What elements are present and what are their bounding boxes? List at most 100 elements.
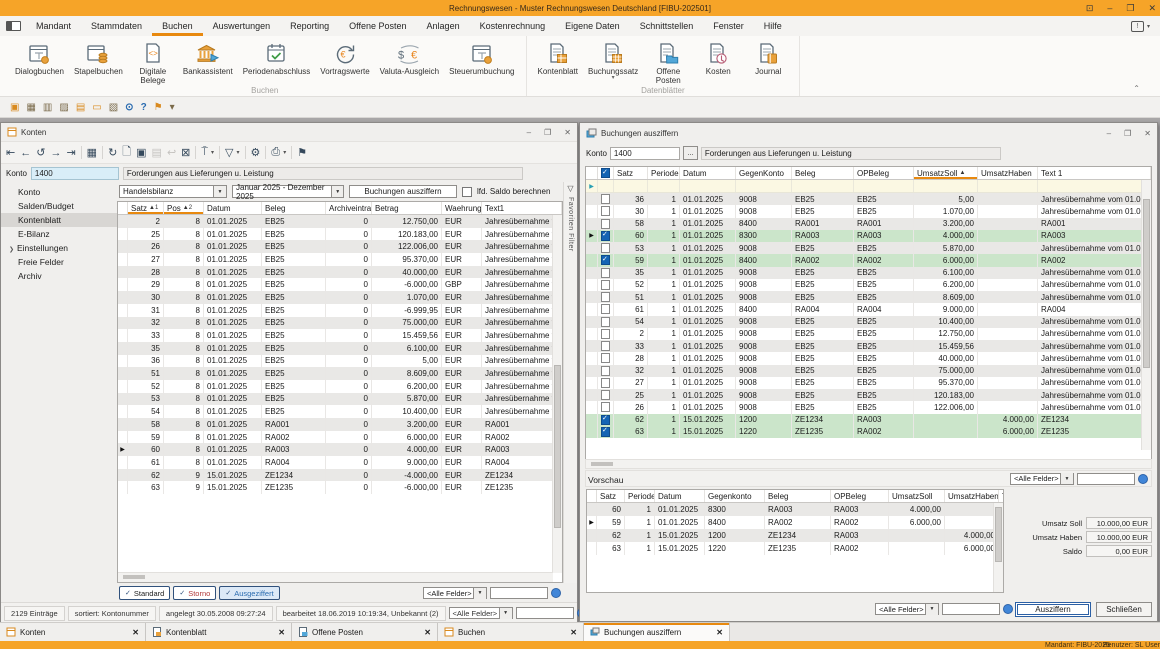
ribbon-item-kontenblatt[interactable]: Kontenblatt xyxy=(533,39,583,77)
column-header-satz[interactable]: Satz xyxy=(597,490,625,502)
window-close-button[interactable]: ✕ xyxy=(564,128,571,137)
column-header-text1[interactable]: Text 1 xyxy=(999,490,1004,502)
table-row[interactable]: 33101.01.20259008EB25EB2515.459,56Jahres… xyxy=(586,340,1151,352)
period-select[interactable]: Januar 2025 - Dezember 2025▼ xyxy=(232,185,344,198)
table-row[interactable]: 32101.01.20259008EB25EB2575.000,00Jahres… xyxy=(586,365,1151,377)
table-row[interactable]: 26801.01.2025EB250122.006,00EURJahresübe… xyxy=(118,240,562,253)
row-checkbox[interactable] xyxy=(601,268,610,278)
column-header-text1[interactable]: Text1 xyxy=(482,202,562,214)
schliessen-button[interactable]: Schließen xyxy=(1096,602,1152,617)
ribbon-item-vortragswerte[interactable]: €Vortragswerte xyxy=(315,39,374,77)
ribbon-item-dialogbuchen[interactable]: Dialogbuchen xyxy=(10,39,69,77)
close-tab-icon[interactable]: ✕ xyxy=(716,628,723,637)
menu-item-auswertungen[interactable]: Auswertungen xyxy=(203,16,281,36)
folder-dropdown-icon[interactable]: ▨ xyxy=(59,102,68,113)
dialog-restore-button[interactable]: ❐ xyxy=(1124,129,1131,138)
sidebar-item-salden-budget[interactable]: Salden/Budget xyxy=(1,199,117,213)
row-checkbox[interactable] xyxy=(601,219,610,229)
close-tab-icon[interactable]: ✕ xyxy=(570,628,577,637)
flag-icon[interactable]: ⚑ xyxy=(154,102,163,113)
row-checkbox[interactable] xyxy=(601,366,610,376)
quick-search-input[interactable] xyxy=(490,587,548,599)
dropdown-arrow-icon[interactable]: ▾ xyxy=(211,149,214,156)
row-checkbox[interactable] xyxy=(601,231,610,241)
column-header-betrag[interactable]: Betrag xyxy=(372,202,442,214)
horizontal-scrollbar[interactable] xyxy=(585,459,1152,469)
quick-search-input[interactable] xyxy=(516,607,574,619)
menu-item-schnittstellen[interactable]: Schnittstellen xyxy=(630,16,704,36)
column-header-datum[interactable]: Datum xyxy=(204,202,262,214)
row-checkbox[interactable] xyxy=(601,390,610,400)
row-checkbox[interactable] xyxy=(601,402,610,412)
ribbon-item-bankassistent[interactable]: Bankassistent xyxy=(178,39,238,77)
column-header-umsatzsoll[interactable]: UmsatzSoll xyxy=(889,490,945,502)
table-row[interactable]: 31801.01.2025EB250-6.999,95EURJahresüber… xyxy=(118,304,562,317)
column-header-beleg[interactable]: Beleg xyxy=(262,202,326,214)
table-row[interactable]: 25801.01.2025EB250120.183,00EURJahresübe… xyxy=(118,228,562,241)
history-icon[interactable]: ↺ xyxy=(36,146,45,159)
row-checkbox[interactable] xyxy=(601,206,610,216)
next-record-icon[interactable]: → xyxy=(50,147,61,159)
row-checkbox[interactable] xyxy=(601,427,610,437)
column-header-beleg[interactable]: Beleg xyxy=(765,490,831,502)
table-row[interactable]: ▶60801.01.2025RA00304.000,00EURRA003 xyxy=(118,443,562,456)
alle-felder-select[interactable]: <Alle Felder>▼ xyxy=(423,587,487,599)
alle-felder-select[interactable]: <Alle Felder>▼ xyxy=(449,607,513,619)
vertical-scrollbar[interactable] xyxy=(1141,180,1151,450)
sidebar-item-e-bilanz[interactable]: E-Bilanz xyxy=(1,227,117,241)
row-checkbox[interactable] xyxy=(601,415,610,425)
konten-window-titlebar[interactable]: Konten – ❐ ✕ xyxy=(1,123,577,141)
sidebar-item-freie-felder[interactable]: Freie Felder xyxy=(1,255,117,269)
table-row[interactable]: 30801.01.2025EB2501.070,00EURJahresübern… xyxy=(118,291,562,304)
dialog-close-button[interactable]: ✕ xyxy=(1144,129,1151,138)
table-row[interactable]: 52801.01.2025EB2506.200,00EURJahresübern… xyxy=(118,380,562,393)
close-tab-icon[interactable]: ✕ xyxy=(424,628,431,637)
table-row[interactable]: 62115.01.20251200ZE1234RA0034.000,00ZE12… xyxy=(587,529,1003,542)
dropdown-arrow-icon[interactable]: ▼ xyxy=(473,588,486,599)
table-row[interactable]: 27801.01.2025EB25095.370,00EURJahresüber… xyxy=(118,253,562,266)
row-checkbox[interactable] xyxy=(601,304,610,314)
row-checkbox[interactable] xyxy=(601,317,610,327)
dropdown-arrow-icon[interactable]: ▾ xyxy=(283,149,286,156)
table-row[interactable]: 58801.01.2025RA00103.200,00EURRA001 xyxy=(118,418,562,431)
ribbon-item-stapelbuchen[interactable]: Stapelbuchen xyxy=(69,39,128,77)
table-row[interactable]: 36101.01.20259008EB25EB255,00Jahresübern… xyxy=(586,193,1151,205)
column-header-umsatzhaben[interactable]: UmsatzHaben xyxy=(978,167,1038,179)
table-row[interactable]: 62915.01.2025ZE12340-4.000,00EURZE1234 xyxy=(118,469,562,482)
table-row[interactable]: 28801.01.2025EB25040.000,00EURJahresüber… xyxy=(118,266,562,279)
restore-button[interactable]: ❐ xyxy=(1126,3,1134,14)
table-row[interactable]: 59101.01.20258400RA002RA0026.000,00RA002 xyxy=(586,254,1151,266)
close-tab-icon[interactable]: ✕ xyxy=(132,628,139,637)
window-icon[interactable]: ▥ xyxy=(43,102,52,113)
table-row[interactable]: 29801.01.2025EB250-6.000,00GBPJahresüber… xyxy=(118,278,562,291)
konto-input[interactable]: 1400 xyxy=(610,147,680,160)
taskbar-tab-konten[interactable]: Konten✕ xyxy=(0,623,146,642)
help-icon[interactable]: ? xyxy=(141,102,147,113)
menu-item-buchen[interactable]: Buchen xyxy=(152,16,203,36)
pin-icon[interactable]: ⍑ xyxy=(201,146,208,159)
konto-input[interactable]: 1400 xyxy=(31,167,119,180)
dropdown-arrow-icon[interactable]: ▼ xyxy=(1060,473,1073,484)
table-row[interactable]: 30101.01.20259008EB25EB251.070,00Jahresü… xyxy=(586,205,1151,217)
table-row[interactable]: 2801.01.2025EB25012.750,00EURJahresübern… xyxy=(118,215,562,228)
table-row[interactable]: 25101.01.20259008EB25EB25120.183,00Jahre… xyxy=(586,389,1151,401)
menu-item-reporting[interactable]: Reporting xyxy=(280,16,339,36)
minimize-button[interactable]: – xyxy=(1107,3,1112,13)
table-icon[interactable]: ▦ xyxy=(26,102,35,113)
chevron-down-icon[interactable]: ▾ xyxy=(170,102,175,113)
row-checkbox[interactable] xyxy=(601,292,610,302)
flag-icon[interactable]: ⚑ xyxy=(297,146,307,159)
search-go-icon[interactable] xyxy=(1138,474,1148,484)
layers-icon[interactable]: ▧ xyxy=(109,102,118,113)
delete-doc-icon[interactable]: ⊠ xyxy=(181,146,190,159)
prev-record-icon[interactable]: ← xyxy=(20,147,31,159)
table-row[interactable]: 61801.01.2025RA00409.000,00EURRA004 xyxy=(118,456,562,469)
row-checkbox[interactable] xyxy=(601,280,610,290)
table-row[interactable]: 59801.01.2025RA00206.000,00EURRA002 xyxy=(118,431,562,444)
column-header-waehrung[interactable]: Waehrung xyxy=(442,202,482,214)
favoriten-filter-strip[interactable]: ▽ Favoriten Filter xyxy=(563,182,577,583)
table-row[interactable]: 35801.01.2025EB2506.100,00EURJahresübern… xyxy=(118,342,562,355)
window-restore-button[interactable]: ❐ xyxy=(544,128,551,137)
horizontal-scrollbar[interactable] xyxy=(118,572,553,582)
dropdown-arrow-icon[interactable]: ▼ xyxy=(925,604,938,615)
